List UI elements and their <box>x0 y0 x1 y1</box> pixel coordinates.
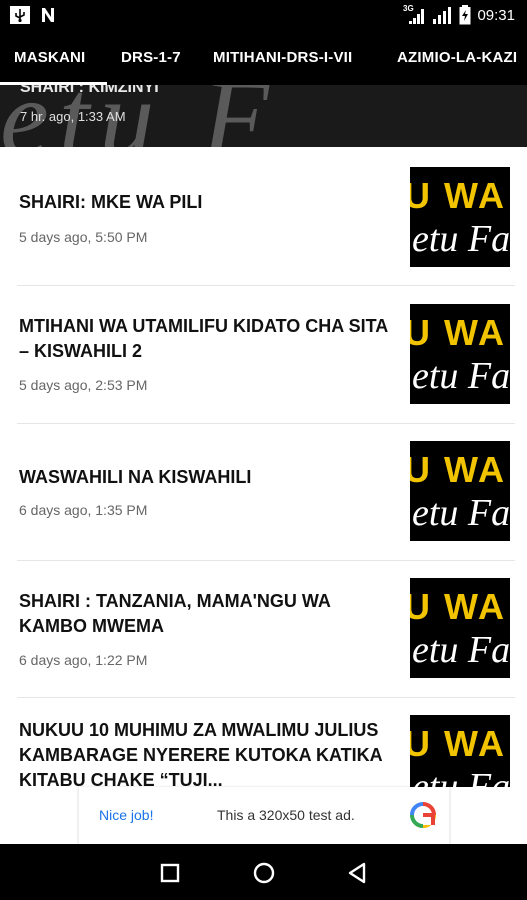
article-time: 6 days ago, 1:22 PM <box>19 652 148 668</box>
back-triangle-icon[interactable] <box>343 858 373 888</box>
article-title: NUKUU 10 MUHIMU ZA MWALIMU JULIUS KAMBAR… <box>19 720 383 787</box>
home-circle-icon[interactable] <box>249 858 279 888</box>
featured-title: SHAIRI : KIMZINYI <box>20 85 159 96</box>
list-item[interactable]: SHAIRI: MKE WA PILI 5 days ago, 5:50 PM … <box>0 147 527 285</box>
article-list[interactable]: SHAIRI: MKE WA PILI 5 days ago, 5:50 PM … <box>0 147 527 787</box>
ad-network-logo-icon <box>409 801 437 829</box>
featured-time: 7 hr. ago, 1:33 AM <box>20 109 126 124</box>
tab-mitihani-drs-i-vii[interactable]: MITIHANI-DRS-I-VII <box>213 49 352 66</box>
ad-cta[interactable]: Nice job! <box>99 807 153 823</box>
ad-text: This a 320x50 test ad. <box>217 807 355 823</box>
list-item[interactable]: MTIHANI WA UTAMILIFU KIDATO CHA SITA – K… <box>0 286 527 423</box>
usb-icon <box>10 6 30 29</box>
article-thumbnail: U WA etu Fa <box>410 304 510 404</box>
article-title: WASWAHILI NA KISWAHILI <box>19 467 252 487</box>
article-title: SHAIRI: MKE WA PILI <box>19 192 203 212</box>
recents-square-icon[interactable] <box>155 858 185 888</box>
tab-azimio-la-kazi[interactable]: AZIMIO-LA-KAZI <box>397 49 517 66</box>
ad-banner[interactable]: Nice job! This a 320x50 test ad. <box>0 787 527 844</box>
article-title: SHAIRI : TANZANIA, MAMA'NGU WA KAMBO MWE… <box>19 591 331 636</box>
signal-strength-icon <box>432 6 452 29</box>
article-thumbnail: U WA etu Fa <box>410 715 510 787</box>
system-nav-bar <box>0 844 527 900</box>
article-time: 6 days ago, 1:35 PM <box>19 502 148 518</box>
article-thumbnail: U WA etu Fa <box>410 167 510 267</box>
tab-drs-1-7[interactable]: DRS-1-7 <box>121 49 181 66</box>
featured-article[interactable]: etu F SHAIRI : KIMZINYI 7 hr. ago, 1:33 … <box>0 85 527 147</box>
article-time: 5 days ago, 2:53 PM <box>19 377 148 393</box>
clock: 09:31 <box>477 7 515 24</box>
list-item[interactable]: SHAIRI : TANZANIA, MAMA'NGU WA KAMBO MWE… <box>0 561 527 697</box>
notification-n-icon <box>40 7 56 28</box>
article-thumbnail: U WA etu Fa <box>410 578 510 678</box>
category-tab-bar: MASKANI DRS-1-7 MITIHANI-DRS-I-VII AZIMI… <box>0 30 527 85</box>
ad-container[interactable]: Nice job! This a 320x50 test ad. <box>78 787 450 844</box>
status-bar: 3G 09:31 <box>0 0 527 30</box>
battery-charging-icon <box>459 5 471 30</box>
article-thumbnail: U WA etu Fa <box>410 441 510 541</box>
list-item[interactable]: NUKUU 10 MUHIMU ZA MWALIMU JULIUS KAMBAR… <box>0 698 527 787</box>
tab-maskani[interactable]: MASKANI <box>14 49 85 66</box>
list-item[interactable]: WASWAHILI NA KISWAHILI 6 days ago, 1:35 … <box>0 424 527 560</box>
article-time: 5 days ago, 5:50 PM <box>19 229 148 245</box>
article-title: MTIHANI WA UTAMILIFU KIDATO CHA SITA – K… <box>19 316 388 361</box>
